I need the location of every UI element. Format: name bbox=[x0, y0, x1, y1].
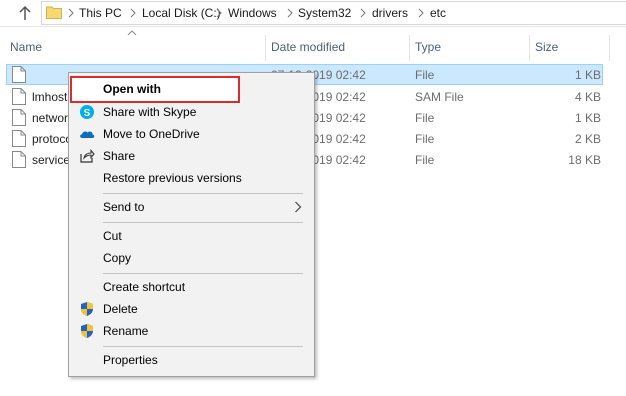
column-divider[interactable] bbox=[609, 35, 610, 61]
context-menu: Open with S Share with Skype Move to One… bbox=[68, 72, 315, 377]
menu-item-copy[interactable]: Copy bbox=[69, 247, 314, 269]
file-icon bbox=[12, 130, 26, 147]
menu-item-label: Send to bbox=[103, 200, 145, 214]
menu-item-restore-previous[interactable]: Restore previous versions bbox=[69, 167, 314, 189]
address-path[interactable]: This PC Local Disk (C:) Windows System32… bbox=[41, 1, 626, 25]
chevron-right-icon[interactable] bbox=[128, 8, 138, 18]
chevron-right-icon[interactable] bbox=[416, 8, 426, 18]
sort-ascending-icon bbox=[127, 30, 137, 36]
menu-item-rename[interactable]: Rename bbox=[69, 320, 314, 342]
menu-separator bbox=[103, 193, 303, 194]
file-type: File bbox=[415, 68, 435, 82]
crumb-system32[interactable]: System32 bbox=[298, 6, 351, 20]
column-name[interactable]: Name bbox=[10, 40, 42, 54]
file-size: 4 KB bbox=[574, 90, 601, 104]
column-size[interactable]: Size bbox=[535, 40, 558, 54]
file-type: SAM File bbox=[415, 90, 464, 104]
chevron-right-icon[interactable] bbox=[285, 8, 295, 18]
menu-item-share-skype[interactable]: S Share with Skype bbox=[69, 101, 314, 123]
chevron-right-icon[interactable] bbox=[358, 8, 368, 18]
file-type: File bbox=[415, 153, 435, 167]
menu-item-create-shortcut[interactable]: Create shortcut bbox=[69, 276, 314, 298]
menu-separator bbox=[103, 222, 303, 223]
file-icon bbox=[12, 66, 26, 83]
column-divider[interactable] bbox=[529, 35, 530, 61]
file-size: 1 KB bbox=[574, 68, 601, 82]
crumb-this-pc[interactable]: This PC bbox=[79, 6, 122, 20]
svg-text:S: S bbox=[84, 108, 91, 119]
skype-icon: S bbox=[80, 105, 94, 119]
menu-item-label: Restore previous versions bbox=[103, 171, 242, 185]
crumb-local-disk[interactable]: Local Disk (C:) bbox=[142, 6, 221, 20]
chevron-right-icon[interactable] bbox=[66, 8, 76, 18]
menu-item-cut[interactable]: Cut bbox=[69, 225, 314, 247]
share-icon bbox=[80, 149, 95, 163]
file-icon bbox=[12, 88, 26, 105]
menu-item-move-onedrive[interactable]: Move to OneDrive bbox=[69, 123, 314, 145]
onedrive-cloud-icon bbox=[80, 131, 95, 138]
crumb-etc[interactable]: etc bbox=[430, 6, 446, 20]
menu-item-label: Delete bbox=[103, 302, 138, 316]
address-bar: This PC Local Disk (C:) Windows System32… bbox=[0, 0, 626, 27]
file-size: 2 KB bbox=[574, 132, 601, 146]
column-divider[interactable] bbox=[265, 35, 266, 61]
crumb-windows[interactable]: Windows bbox=[228, 6, 277, 20]
menu-item-label: Cut bbox=[103, 229, 122, 243]
file-icon bbox=[12, 151, 26, 168]
menu-item-label: Share with Skype bbox=[103, 105, 197, 119]
file-size: 1 KB bbox=[574, 111, 601, 125]
menu-item-delete[interactable]: Delete bbox=[69, 298, 314, 320]
menu-item-label: Move to OneDrive bbox=[103, 127, 200, 141]
file-type: File bbox=[415, 111, 435, 125]
uac-shield-icon bbox=[81, 302, 93, 316]
column-type[interactable]: Type bbox=[415, 40, 441, 54]
crumb-drivers[interactable]: drivers bbox=[372, 6, 408, 20]
menu-separator bbox=[103, 273, 303, 274]
menu-item-label: Rename bbox=[103, 324, 149, 338]
folder-icon bbox=[46, 6, 62, 19]
menu-item-label: Copy bbox=[103, 251, 132, 265]
open-with-highlight-label[interactable]: Open with bbox=[103, 82, 161, 96]
file-icon bbox=[12, 109, 26, 126]
menu-item-label: Properties bbox=[103, 353, 158, 367]
up-arrow-icon[interactable] bbox=[16, 4, 34, 22]
file-type: File bbox=[415, 132, 435, 146]
chevron-right-icon[interactable] bbox=[214, 8, 224, 18]
menu-item-share[interactable]: Share bbox=[69, 145, 314, 167]
menu-separator bbox=[103, 346, 303, 347]
menu-item-send-to[interactable]: Send to bbox=[69, 196, 314, 218]
menu-item-label: Share bbox=[103, 149, 136, 163]
column-headers: Name Date modified Type Size bbox=[0, 27, 626, 63]
menu-item-properties[interactable]: Properties bbox=[69, 349, 314, 371]
uac-shield-icon bbox=[81, 324, 93, 338]
submenu-arrow-icon bbox=[295, 201, 302, 213]
column-date-modified[interactable]: Date modified bbox=[271, 40, 345, 54]
file-size: 18 KB bbox=[568, 153, 601, 167]
column-divider[interactable] bbox=[409, 35, 410, 61]
menu-item-label: Create shortcut bbox=[103, 280, 186, 294]
